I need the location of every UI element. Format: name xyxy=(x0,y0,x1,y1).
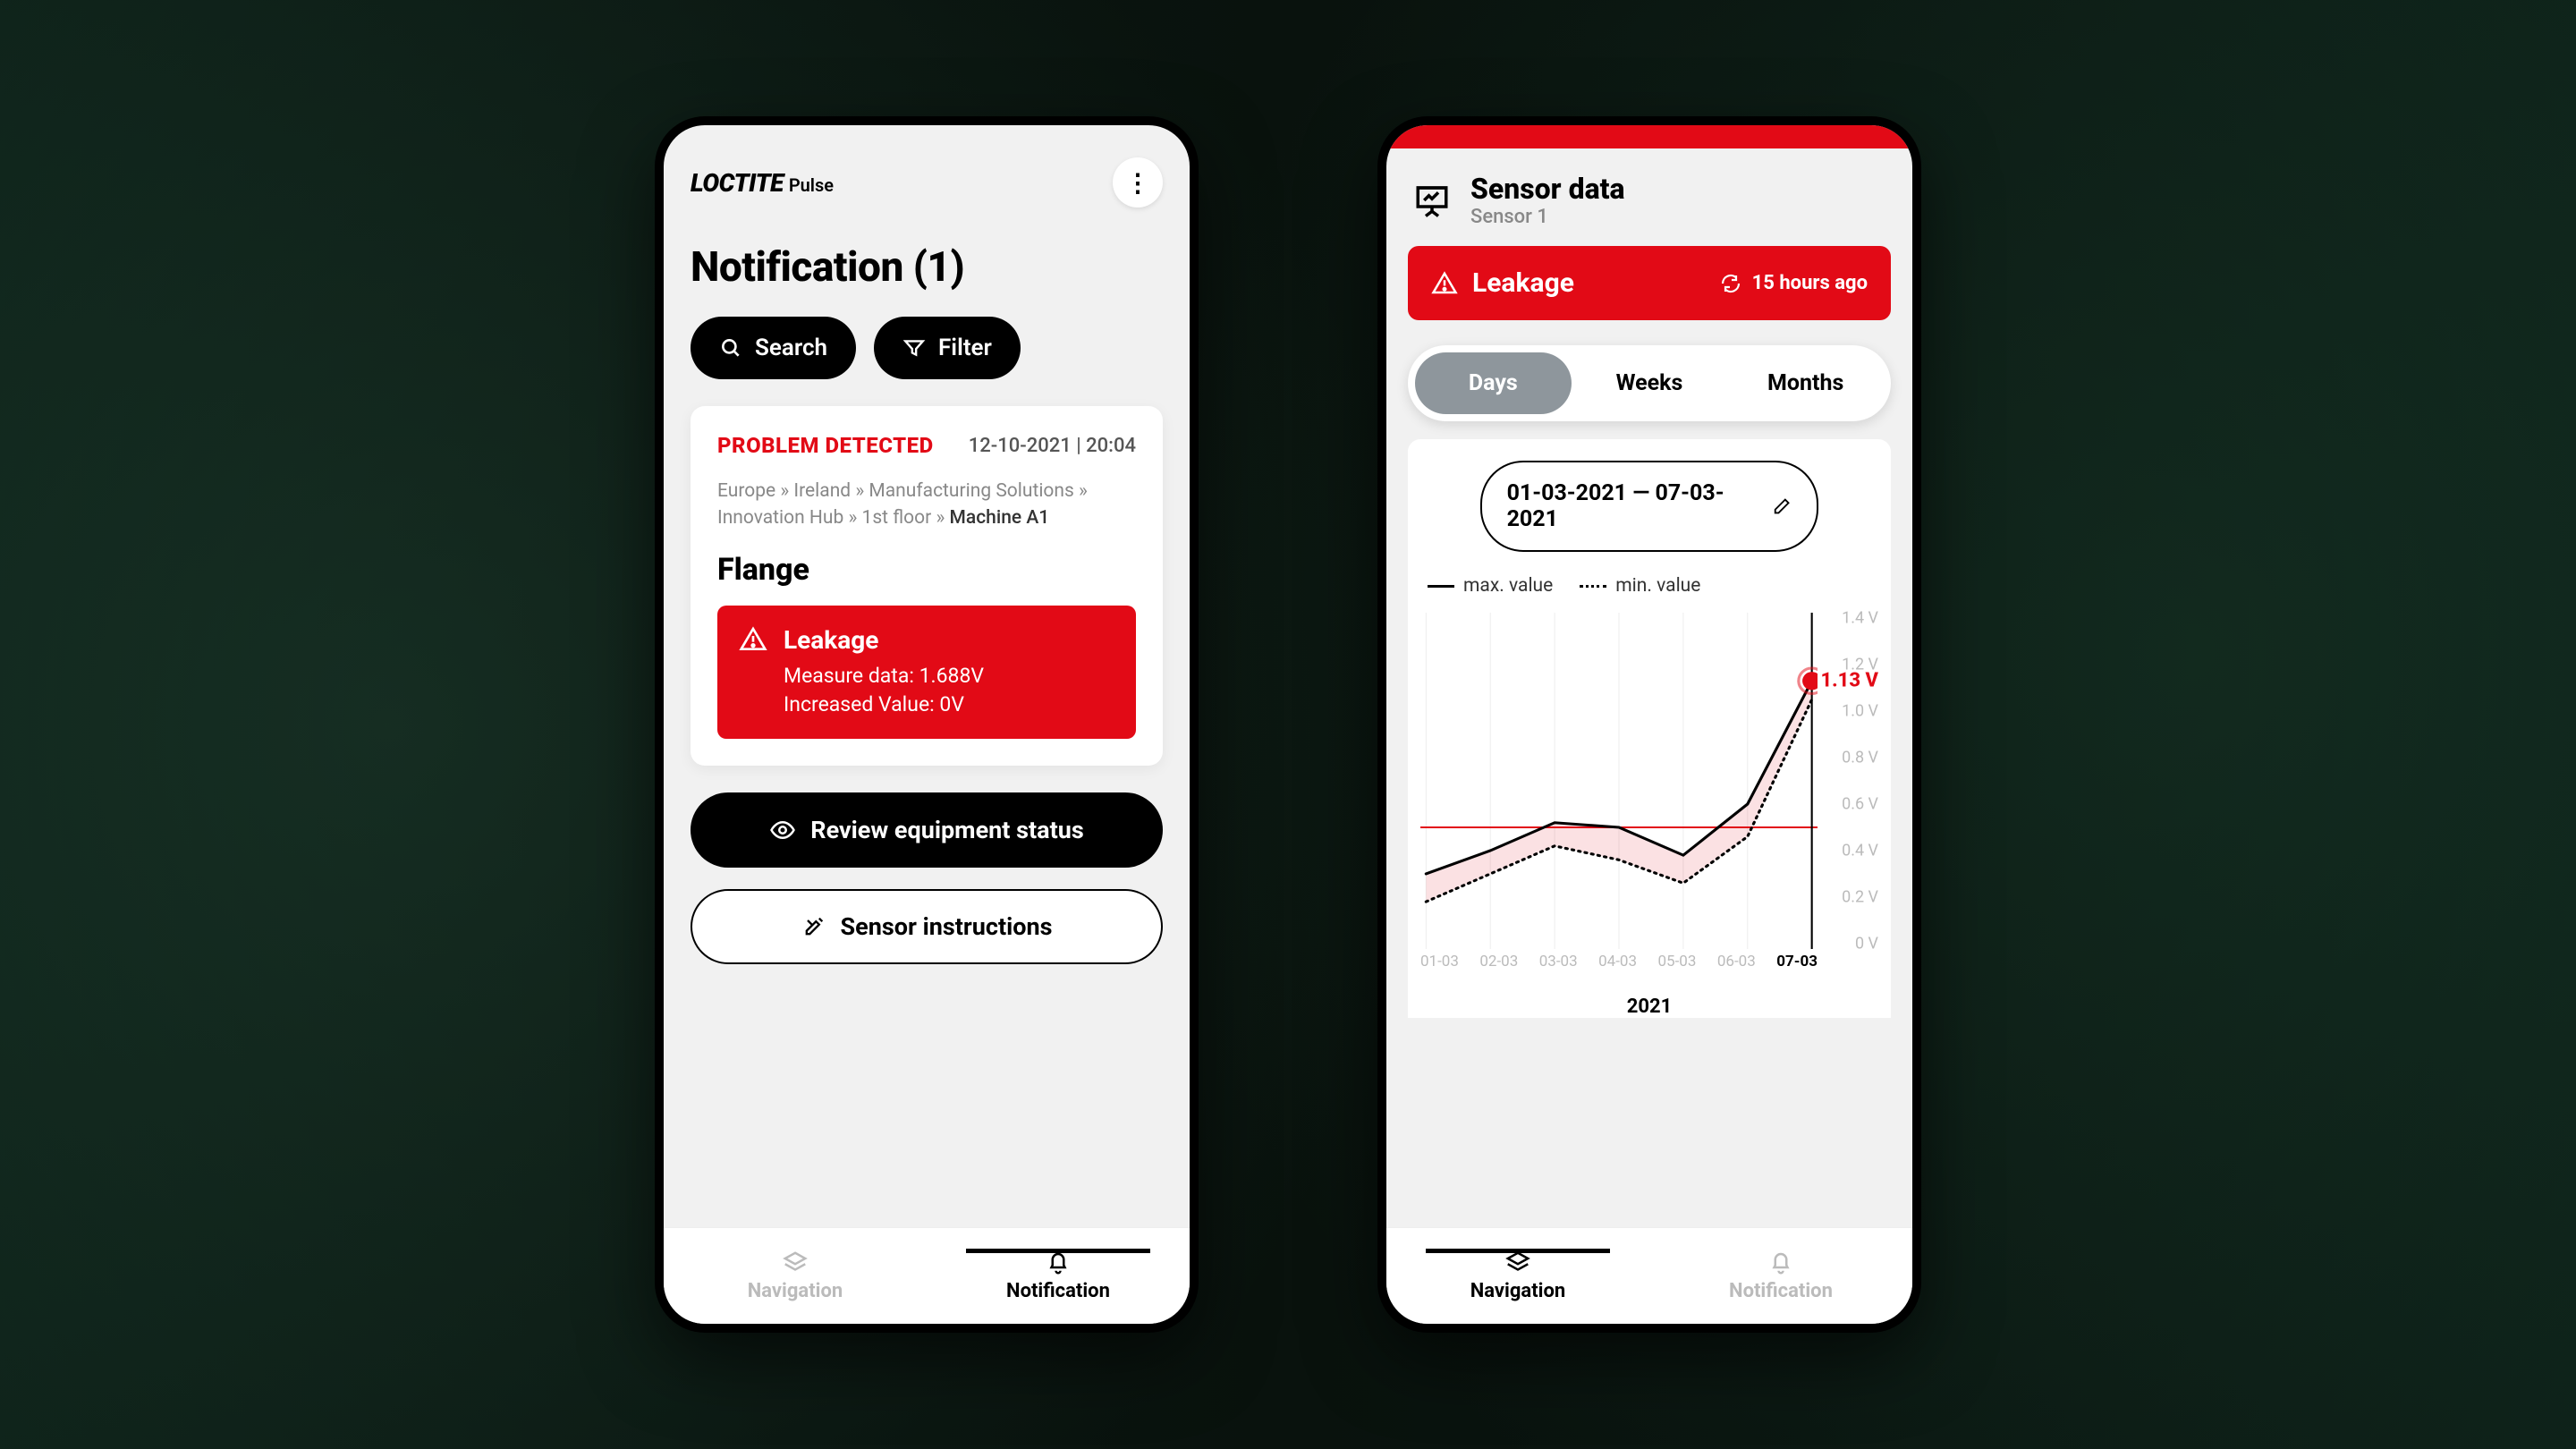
brand: LOCTITE Pulse xyxy=(691,168,834,198)
notification-card[interactable]: PROBLEM DETECTED 12-10-2021 | 20:04 Euro… xyxy=(691,406,1163,766)
breadcrumb-current: Machine A1 xyxy=(950,507,1050,529)
chart-x-axis: 01-03 02-03 03-03 04-03 05-03 06-03 07-03 xyxy=(1420,953,1818,970)
banner-ago: 15 hours ago xyxy=(1752,272,1868,294)
chart-y-tick: 0.6 V xyxy=(1842,795,1878,814)
bell-icon xyxy=(1767,1250,1794,1276)
tab-notification[interactable]: Notification xyxy=(927,1250,1190,1302)
filter-button[interactable]: Filter xyxy=(874,317,1021,379)
tools-icon xyxy=(801,914,826,939)
tab-notif-label: Notification xyxy=(1006,1280,1110,1302)
warning-triangle-icon xyxy=(1431,270,1458,297)
tab-nav-label: Navigation xyxy=(748,1280,843,1302)
chart-year-label: 2021 xyxy=(1420,996,1878,1018)
legend-solid-icon xyxy=(1428,585,1454,588)
chart-y-tick: 0.4 V xyxy=(1842,842,1878,860)
bell-icon xyxy=(1045,1250,1072,1276)
tab-navigation[interactable]: Navigation xyxy=(1386,1250,1649,1302)
breadcrumb: Europe » Ireland » Manufacturing Solutio… xyxy=(717,478,1136,532)
banner-label: Leakage xyxy=(1472,267,1574,299)
chart-x-tick: 05-03 xyxy=(1658,953,1697,970)
chart-plot-area[interactable]: 1.13 V 01-0302-0303-0304-0305-0306-0307-… xyxy=(1420,613,1878,970)
eye-icon xyxy=(769,817,796,843)
segment-days[interactable]: Days xyxy=(1415,352,1572,414)
legend-min: min. value xyxy=(1615,575,1700,597)
chart-x-tick: 01-03 xyxy=(1420,953,1459,970)
chart-x-tick: 04-03 xyxy=(1598,953,1637,970)
chart-legend: max. value min. value xyxy=(1420,575,1878,597)
review-label: Review equipment status xyxy=(810,816,1083,844)
problem-status: PROBLEM DETECTED xyxy=(717,433,934,458)
chart-x-tick: 03-03 xyxy=(1539,953,1578,970)
legend-dotted-icon xyxy=(1580,585,1606,588)
pencil-icon xyxy=(1772,496,1792,517)
more-menu-button[interactable]: ⋮ xyxy=(1113,157,1163,208)
search-label: Search xyxy=(755,335,827,361)
chart-y-tick: 0.8 V xyxy=(1842,749,1878,767)
tab-nav-label: Navigation xyxy=(1470,1280,1565,1302)
warning-triangle-icon xyxy=(739,625,767,654)
filter-icon xyxy=(902,336,926,360)
alert-measure: Measure data: 1.688V xyxy=(784,662,984,691)
search-button[interactable]: Search xyxy=(691,317,856,379)
tab-notification[interactable]: Notification xyxy=(1649,1250,1912,1302)
tab-notif-label: Notification xyxy=(1729,1280,1833,1302)
instructions-label: Sensor instructions xyxy=(841,912,1053,941)
tab-bar: Navigation Notification xyxy=(664,1227,1190,1324)
brand-logo: LOCTITE xyxy=(691,168,784,198)
sensor-title: Sensor data xyxy=(1470,172,1625,206)
date-range-text: 01-03-2021 — 07-03-2021 xyxy=(1507,480,1757,532)
chart-y-tick: 1.4 V xyxy=(1842,609,1878,628)
chart-x-tick: 06-03 xyxy=(1717,953,1756,970)
page-title: Notification (1) xyxy=(691,243,1163,292)
time-range-segment: Days Weeks Months xyxy=(1408,345,1891,421)
status-bar-alert xyxy=(1386,125,1912,148)
phone-sensor-data: Sensor data Sensor 1 Leakage 15 hours ag… xyxy=(1377,116,1921,1333)
layers-icon xyxy=(782,1250,809,1276)
chart-y-tick: 1.2 V xyxy=(1842,656,1878,674)
tab-bar: Navigation Notification xyxy=(1386,1227,1912,1324)
brand-subtext: Pulse xyxy=(789,174,834,196)
chart-y-tick: 0.2 V xyxy=(1842,888,1878,907)
tab-navigation[interactable]: Navigation xyxy=(664,1250,927,1302)
chart-x-tick: 02-03 xyxy=(1479,953,1518,970)
legend-max: max. value xyxy=(1463,575,1553,597)
phone-notification: LOCTITE Pulse ⋮ Notification (1) Search … xyxy=(655,116,1199,1333)
chart-y-tick: 1.0 V xyxy=(1842,702,1878,721)
segment-weeks[interactable]: Weeks xyxy=(1572,352,1728,414)
sensor-subtitle: Sensor 1 xyxy=(1470,206,1625,228)
leakage-alert: Leakage Measure data: 1.688V Increased V… xyxy=(717,606,1136,739)
chart-container: 01-03-2021 — 07-03-2021 max. value min. … xyxy=(1408,439,1891,1018)
header: LOCTITE Pulse ⋮ Notification (1) Search … xyxy=(664,125,1190,379)
sensor-header: Sensor data Sensor 1 xyxy=(1386,148,1912,246)
screen-notification: LOCTITE Pulse ⋮ Notification (1) Search … xyxy=(664,125,1190,1324)
component-name: Flange xyxy=(717,552,1136,588)
alert-title: Leakage xyxy=(784,625,984,655)
filter-label: Filter xyxy=(938,335,992,361)
kebab-icon: ⋮ xyxy=(1125,168,1150,198)
chart-x-tick: 07-03 xyxy=(1776,953,1818,970)
review-equipment-button[interactable]: Review equipment status xyxy=(691,792,1163,868)
search-icon xyxy=(719,336,742,360)
problem-timestamp: 12-10-2021 | 20:04 xyxy=(969,435,1136,457)
leakage-banner[interactable]: Leakage 15 hours ago xyxy=(1408,246,1891,320)
alert-increased: Increased Value: 0V xyxy=(784,691,984,719)
layers-icon xyxy=(1504,1250,1531,1276)
line-chart-svg xyxy=(1420,613,1818,949)
segment-months[interactable]: Months xyxy=(1727,352,1884,414)
sensor-instructions-button[interactable]: Sensor instructions xyxy=(691,889,1163,964)
presentation-chart-icon xyxy=(1413,182,1451,219)
screen-sensor: Sensor data Sensor 1 Leakage 15 hours ag… xyxy=(1386,125,1912,1324)
date-range-button[interactable]: 01-03-2021 — 07-03-2021 xyxy=(1480,461,1819,552)
refresh-icon xyxy=(1720,273,1741,294)
chart-y-tick: 0 V xyxy=(1855,935,1878,953)
